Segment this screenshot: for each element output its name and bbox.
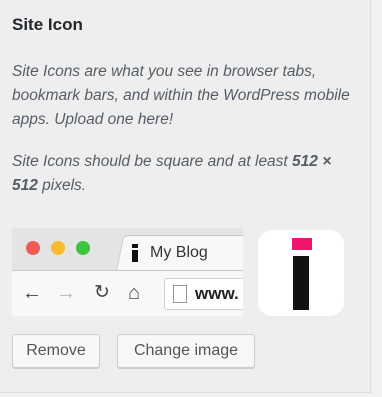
minimize-window-icon: [51, 241, 65, 255]
favicon-icon: [130, 242, 140, 264]
arrow-right-icon: →: [56, 282, 76, 304]
site-icon-stem: [293, 256, 309, 310]
requirement-prefix: Site Icons should be square and at least: [12, 153, 293, 170]
close-window-icon: [26, 241, 40, 255]
section-description: Site Icons are what you see in browser t…: [12, 63, 350, 128]
home-icon: ⌂: [128, 282, 141, 304]
tab-title: My Blog: [150, 244, 208, 261]
url-text: www.: [195, 284, 239, 303]
size-requirement: Site Icons should be square and at least…: [12, 150, 357, 198]
arrow-left-icon: ←: [22, 282, 42, 304]
remove-button[interactable]: Remove: [12, 334, 100, 368]
change-image-button[interactable]: Change image: [117, 334, 255, 368]
requirement-suffix: pixels.: [37, 177, 87, 194]
browser-tab-content: My Blog: [130, 240, 208, 266]
site-icon-panel: Site Icon Site Icons are what you see in…: [0, 0, 371, 393]
maximize-window-icon: [76, 241, 90, 255]
site-icon-dot: [292, 238, 312, 250]
page-icon: [173, 285, 187, 303]
reload-icon: ↻: [94, 282, 110, 303]
section-title: Site Icon: [12, 15, 83, 34]
browser-toolbar: ← → ↻ ⌂ www.: [12, 270, 243, 316]
address-bar: www.: [164, 278, 243, 310]
browser-preview: My Blog ← → ↻ ⌂ www.: [12, 228, 243, 316]
site-icon-preview: [258, 230, 344, 316]
